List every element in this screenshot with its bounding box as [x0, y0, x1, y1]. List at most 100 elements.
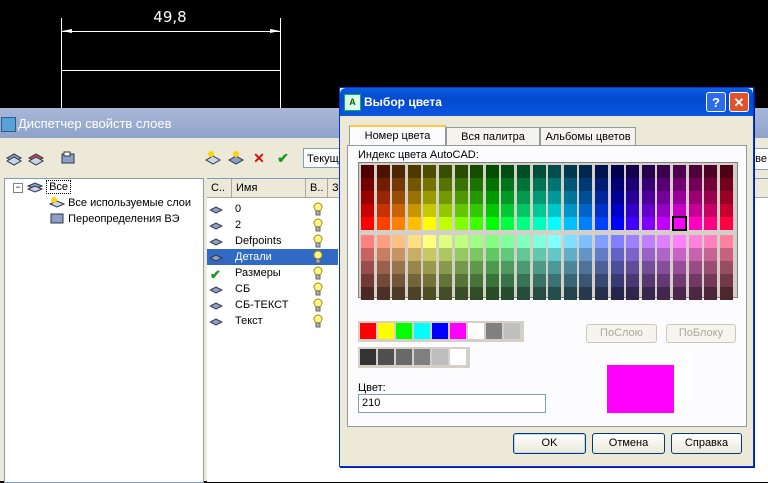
aci-swatch[interactable] [485, 165, 499, 178]
aci-swatch[interactable] [501, 261, 515, 274]
aci-swatch[interactable] [517, 248, 530, 261]
aci-swatch[interactable] [470, 217, 484, 230]
aci-swatch[interactable] [517, 235, 530, 248]
aci-swatch[interactable] [423, 217, 437, 230]
aci-swatch[interactable] [501, 235, 515, 248]
aci-swatch[interactable] [579, 204, 593, 217]
aci-swatch[interactable] [688, 165, 702, 178]
lightbulb-icon[interactable] [313, 266, 323, 280]
tab-index-color[interactable]: Номер цвета [349, 125, 446, 147]
aci-swatch[interactable] [704, 165, 718, 178]
aci-swatch[interactable] [532, 287, 546, 300]
aci-swatch[interactable] [673, 235, 686, 248]
aci-swatch[interactable] [626, 178, 640, 191]
aci-swatch[interactable] [392, 191, 406, 204]
aci-swatch[interactable] [423, 274, 437, 287]
aci-swatch[interactable] [641, 165, 655, 178]
aci-swatch[interactable] [626, 191, 640, 204]
aci-swatch[interactable] [532, 261, 546, 274]
aci-swatch[interactable] [595, 261, 608, 274]
lightbulb-icon[interactable] [313, 250, 323, 264]
aci-swatch[interactable] [688, 287, 702, 300]
aci-swatch[interactable] [672, 216, 687, 231]
aci-swatch[interactable] [517, 274, 530, 287]
aci-swatch[interactable] [407, 191, 421, 204]
aci-swatch[interactable] [610, 165, 624, 178]
layer-row[interactable]: 2 [207, 217, 338, 233]
lightbulb-icon[interactable] [313, 218, 323, 232]
aci-swatch[interactable] [485, 178, 499, 191]
aci-swatch[interactable] [407, 261, 421, 274]
aci-swatch[interactable] [595, 178, 608, 191]
aci-swatch[interactable] [673, 248, 686, 261]
aci-swatch[interactable] [392, 261, 406, 274]
aci-swatch[interactable] [704, 235, 718, 248]
aci-swatch[interactable] [454, 204, 468, 217]
aci-swatch[interactable] [376, 235, 390, 248]
aci-swatch[interactable] [485, 191, 499, 204]
aci-swatch[interactable] [454, 178, 468, 191]
aci-swatch[interactable] [626, 204, 640, 217]
aci-swatch[interactable] [532, 204, 546, 217]
aci-swatch[interactable] [439, 165, 452, 178]
group-filter-icon[interactable] [27, 150, 45, 166]
aci-swatch[interactable] [626, 217, 640, 230]
standard-color-swatch[interactable] [504, 323, 520, 339]
aci-swatch[interactable] [361, 191, 374, 204]
aci-swatch[interactable] [485, 217, 499, 230]
aci-swatch[interactable] [657, 235, 671, 248]
ok-button[interactable]: OK [513, 433, 586, 454]
aci-swatch[interactable] [439, 178, 452, 191]
aci-swatch[interactable] [439, 235, 452, 248]
aci-swatch[interactable] [657, 217, 671, 230]
aci-swatch[interactable] [719, 204, 733, 217]
aci-swatch[interactable] [548, 261, 562, 274]
aci-swatch[interactable] [626, 274, 640, 287]
aci-swatch[interactable] [610, 178, 624, 191]
aci-swatch[interactable] [454, 165, 468, 178]
aci-swatch[interactable] [376, 191, 390, 204]
aci-swatch[interactable] [361, 165, 374, 178]
aci-swatch[interactable] [688, 204, 702, 217]
aci-swatch[interactable] [657, 204, 671, 217]
aci-swatch[interactable] [485, 235, 499, 248]
aci-swatch[interactable] [501, 274, 515, 287]
aci-swatch[interactable] [688, 191, 702, 204]
aci-swatch[interactable] [548, 287, 562, 300]
aci-swatch[interactable] [688, 217, 702, 230]
aci-swatch[interactable] [485, 248, 499, 261]
aci-swatch[interactable] [361, 204, 374, 217]
aci-swatch[interactable] [376, 248, 390, 261]
aci-swatch[interactable] [626, 248, 640, 261]
aci-swatch[interactable] [361, 274, 374, 287]
aci-swatch[interactable] [595, 165, 608, 178]
close-button[interactable]: ✕ [729, 92, 749, 112]
aci-swatch[interactable] [470, 235, 484, 248]
standard-color-swatch[interactable] [486, 323, 502, 339]
layer-row[interactable]: 0 [207, 201, 338, 217]
aci-swatch[interactable] [439, 261, 452, 274]
aci-swatch[interactable] [454, 217, 468, 230]
aci-swatch[interactable] [439, 248, 452, 261]
aci-swatch[interactable] [423, 261, 437, 274]
aci-swatch[interactable] [595, 235, 608, 248]
delete-layer-icon[interactable]: ✕ [251, 150, 267, 166]
aci-swatch[interactable] [423, 248, 437, 261]
aci-swatch[interactable] [439, 287, 452, 300]
aci-swatch[interactable] [470, 274, 484, 287]
standard-color-swatch[interactable] [432, 323, 448, 339]
aci-swatch[interactable] [641, 204, 655, 217]
aci-swatch[interactable] [657, 165, 671, 178]
layer-row[interactable]: СБ-ТЕКСТ [207, 297, 338, 313]
aci-swatch[interactable] [673, 274, 686, 287]
aci-swatch[interactable] [579, 217, 593, 230]
cancel-button[interactable]: Отмена [592, 433, 665, 454]
aci-swatch[interactable] [532, 191, 546, 204]
aci-swatch[interactable] [407, 178, 421, 191]
aci-swatch[interactable] [548, 217, 562, 230]
layer-row[interactable]: Детали [207, 249, 338, 265]
aci-swatch[interactable] [361, 235, 374, 248]
aci-palette[interactable] [358, 162, 738, 300]
aci-swatch[interactable] [532, 235, 546, 248]
new-layer-vp-icon[interactable] [227, 150, 245, 166]
